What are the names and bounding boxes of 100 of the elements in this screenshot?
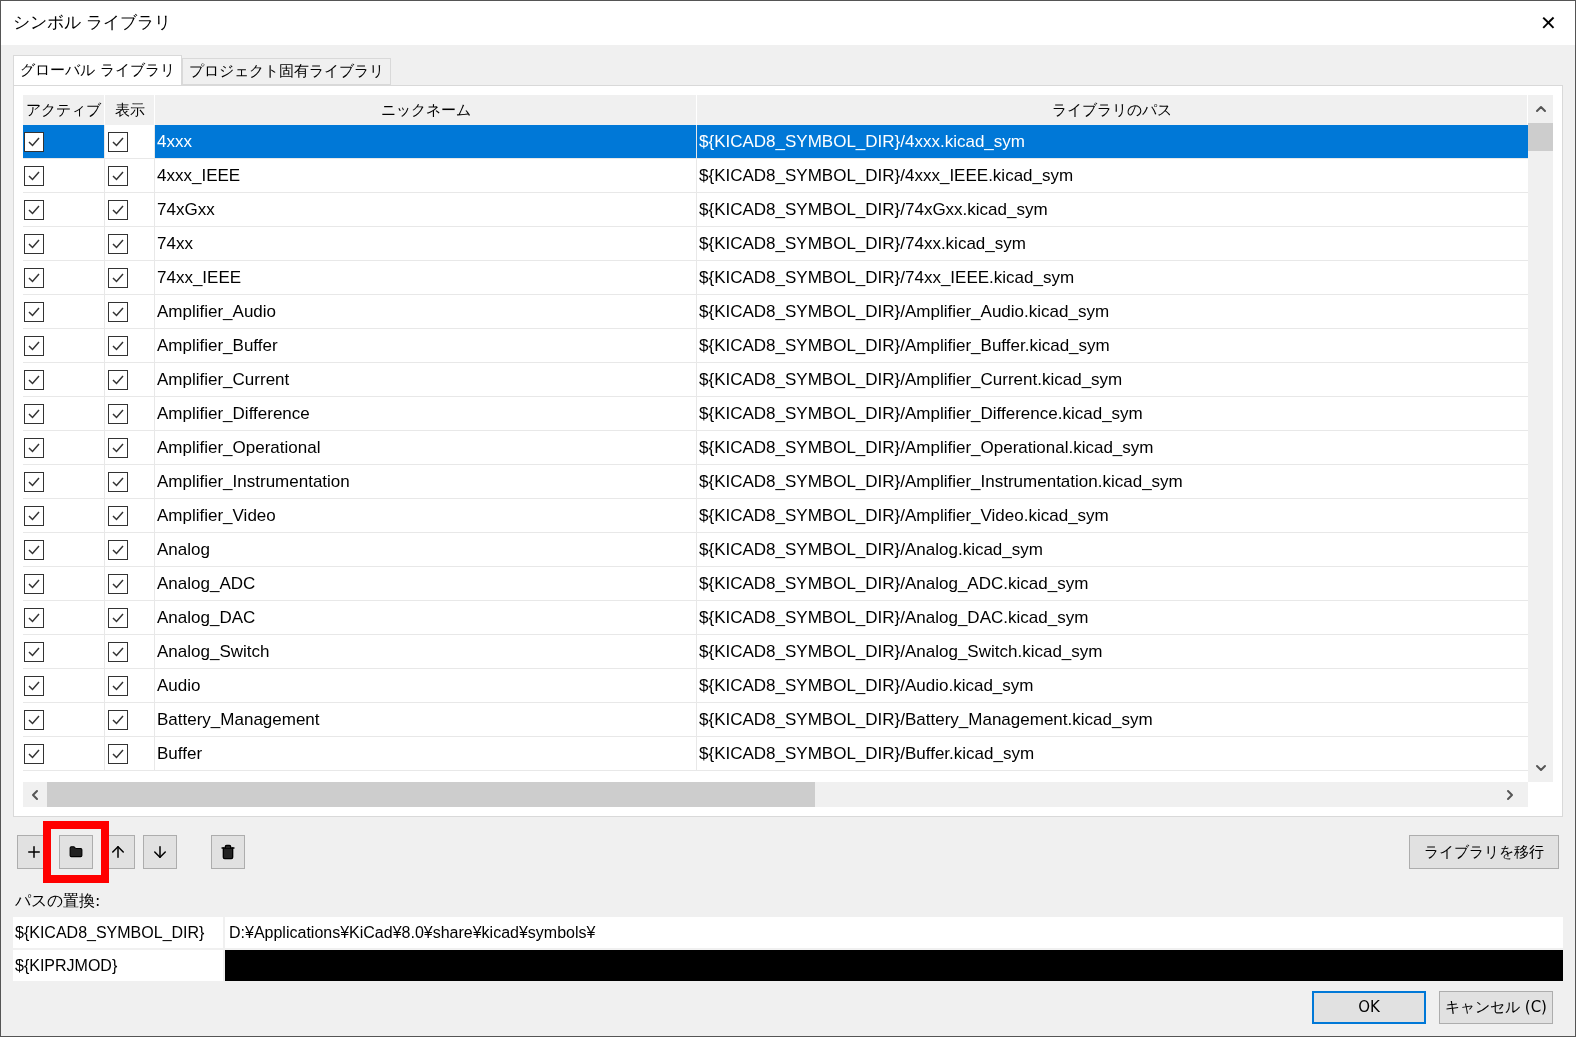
checkbox[interactable] [108,131,128,152]
table-row[interactable]: Amplifier_Video ${KICAD8_SYMBOL_DIR}/Amplifier_Video.kicad_sym [23,499,1528,533]
checkbox[interactable] [108,743,128,764]
checkbox[interactable] [24,607,44,628]
checkbox[interactable] [24,675,44,696]
checkbox[interactable] [24,505,44,526]
checkbox[interactable] [108,233,128,254]
table-row[interactable]: Analog_Switch ${KICAD8_SYMBOL_DIR}/Analog_Switch.kicad_sym [23,635,1528,669]
scroll-thumb[interactable] [1528,123,1553,151]
table-cell-text: ${KICAD8_SYMBOL_DIR}/Amplifier_Operational.kicad_sym [698,436,1155,459]
variable-value-cell[interactable]: D:¥Applications¥KiCad¥8.0¥share¥kicad¥symbols¥ [225,917,1563,948]
checkbox[interactable] [108,675,128,696]
checkbox[interactable] [24,369,44,390]
checkbox[interactable] [108,607,128,628]
checkbox[interactable] [108,199,128,220]
table-cell: Amplifier_Current [155,363,697,396]
checkbox[interactable] [24,403,44,424]
checkbox[interactable] [24,335,44,356]
checkbox[interactable] [108,437,128,458]
arrow-down-icon [151,843,169,861]
folder-icon [69,845,83,859]
scroll-thumb[interactable] [47,782,815,807]
checkbox[interactable] [24,743,44,764]
checkbox[interactable] [24,709,44,730]
checkbox[interactable] [108,471,128,492]
table-row[interactable]: Amplifier_Operational ${KICAD8_SYMBOL_DIR}/Amplifier_Operational.kicad_sym [23,431,1528,465]
table-cell-text: ${KICAD8_SYMBOL_DIR}/Amplifier_Video.kicad_sym [698,504,1110,527]
checkbox[interactable] [108,709,128,730]
close-button[interactable]: ✕ [1533,8,1563,38]
checkbox[interactable] [24,267,44,288]
table-cell-text: ${KICAD8_SYMBOL_DIR}/Amplifier_Buffer.kicad_sym [698,334,1111,357]
table-cell: Amplifier_Difference [155,397,697,430]
table-cell: 74xGxx [155,193,697,226]
table-row[interactable]: 4xxx ${KICAD8_SYMBOL_DIR}/4xxx.kicad_sym [23,125,1528,159]
table-row[interactable]: Amplifier_Buffer ${KICAD8_SYMBOL_DIR}/Amplifier_Buffer.kicad_sym [23,329,1528,363]
table-cell: Amplifier_Buffer [155,329,697,362]
checkbox[interactable] [108,301,128,322]
table-row[interactable]: Amplifier_Current ${KICAD8_SYMBOL_DIR}/Amplifier_Current.kicad_sym [23,363,1528,397]
trash-icon [220,844,236,860]
table-row[interactable]: 74xx_IEEE ${KICAD8_SYMBOL_DIR}/74xx_IEEE.kicad_sym [23,261,1528,295]
dialog-button[interactable]: キャンセル (C) [1439,991,1553,1024]
table-cell-text: ${KICAD8_SYMBOL_DIR}/74xx.kicad_sym [698,232,1027,255]
checkbox[interactable] [108,505,128,526]
table-cell-text: ${KICAD8_SYMBOL_DIR}/Audio.kicad_sym [698,674,1035,697]
checkbox[interactable] [24,437,44,458]
move-down-button[interactable] [143,835,177,869]
table-cell: Analog [155,533,697,566]
checkbox[interactable] [108,573,128,594]
table-cell: 4xxx [155,125,697,158]
table-cell-text: ${KICAD8_SYMBOL_DIR}/Analog_DAC.kicad_sym [698,606,1090,629]
table-cell: Analog_DAC [155,601,697,634]
table-row[interactable]: Analog ${KICAD8_SYMBOL_DIR}/Analog.kicad_sym [23,533,1528,567]
table-cell: Analog_ADC [155,567,697,600]
table-row[interactable]: Audio ${KICAD8_SYMBOL_DIR}/Audio.kicad_sym [23,669,1528,703]
checkbox[interactable] [24,233,44,254]
vertical-scrollbar[interactable] [1528,95,1553,782]
checkbox[interactable] [108,539,128,560]
plus-icon [25,843,43,861]
checkbox[interactable] [108,335,128,356]
tab[interactable]: プロジェクト固有ライブラリ [181,58,391,85]
checkbox[interactable] [24,301,44,322]
checkbox[interactable] [24,539,44,560]
checkbox[interactable] [24,641,44,662]
table-cell: Buffer [155,737,697,770]
table-cell: Battery_Management [155,703,697,736]
section-label: パスの置換: [15,890,102,912]
tab[interactable]: グローバル ライブラリ [13,55,182,85]
table-cell-text: ${KICAD8_SYMBOL_DIR}/Amplifier_Instrumentation.kicad_sym [698,470,1184,493]
table-row[interactable]: 4xxx_IEEE ${KICAD8_SYMBOL_DIR}/4xxx_IEEE.kicad_sym [23,159,1528,193]
table-row[interactable]: Amplifier_Instrumentation ${KICAD8_SYMBOL_DIR}/Amplifier_Instrumentation.kicad_sym [23,465,1528,499]
table-cell-text: ${KICAD8_SYMBOL_DIR}/Analog_Switch.kicad_sym [698,640,1104,663]
checkbox[interactable] [24,165,44,186]
delete-button[interactable] [211,835,245,869]
table-cell-text: ${KICAD8_SYMBOL_DIR}/4xxx.kicad_sym [698,130,1026,153]
table-row[interactable]: Battery_Management ${KICAD8_SYMBOL_DIR}/Battery_Management.kicad_sym [23,703,1528,737]
table-row[interactable]: Amplifier_Audio ${KICAD8_SYMBOL_DIR}/Amplifier_Audio.kicad_sym [23,295,1528,329]
checkbox[interactable] [24,471,44,492]
table-row[interactable]: 74xGxx ${KICAD8_SYMBOL_DIR}/74xGxx.kicad_sym [23,193,1528,227]
migrate-libraries-button[interactable]: ライブラリを移行 [1409,835,1559,869]
variable-name-cell: ${KICAD8_SYMBOL_DIR} [13,917,223,948]
checkbox[interactable] [108,641,128,662]
table-row[interactable]: 74xx ${KICAD8_SYMBOL_DIR}/74xx.kicad_sym [23,227,1528,261]
horizontal-scrollbar[interactable] [23,782,1528,807]
checkbox[interactable] [108,403,128,424]
checkbox[interactable] [24,131,44,152]
checkbox[interactable] [108,165,128,186]
table-cell: Amplifier_Video [155,499,697,532]
checkbox[interactable] [108,267,128,288]
table-row[interactable]: Analog_ADC ${KICAD8_SYMBOL_DIR}/Analog_ADC.kicad_sym [23,567,1528,601]
table-cell-text: ${KICAD8_SYMBOL_DIR}/Analog_ADC.kicad_sym [698,572,1090,595]
table-cell: 74xx [155,227,697,260]
table-cell-text: ${KICAD8_SYMBOL_DIR}/Amplifier_Current.kicad_sym [698,368,1124,391]
browse-folder-button[interactable] [59,835,93,869]
checkbox[interactable] [24,573,44,594]
checkbox[interactable] [24,199,44,220]
table-row[interactable]: Amplifier_Difference ${KICAD8_SYMBOL_DIR}/Amplifier_Difference.kicad_sym [23,397,1528,431]
checkbox[interactable] [108,369,128,390]
table-row[interactable]: Analog_DAC ${KICAD8_SYMBOL_DIR}/Analog_DAC.kicad_sym [23,601,1528,635]
table-row[interactable]: Buffer ${KICAD8_SYMBOL_DIR}/Buffer.kicad_sym [23,737,1528,771]
dialog-button[interactable]: OK [1312,991,1426,1024]
